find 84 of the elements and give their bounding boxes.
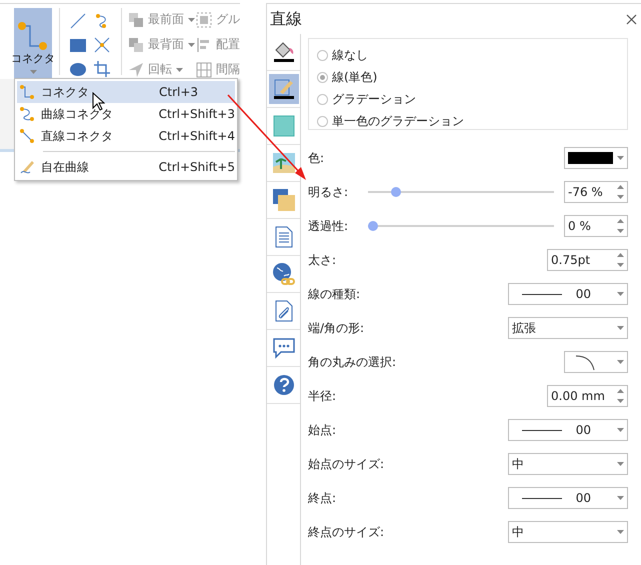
caret-icon xyxy=(617,326,624,330)
panel-tab[interactable] xyxy=(268,74,298,104)
radio-button[interactable] xyxy=(317,116,328,127)
radio-button[interactable] xyxy=(317,72,328,83)
property-label: 半径: xyxy=(308,388,338,404)
caret-icon xyxy=(617,530,624,534)
close-icon[interactable] xyxy=(626,14,637,24)
cross-tool-icon[interactable] xyxy=(94,37,110,53)
pencil-icon xyxy=(19,159,35,175)
connector-button[interactable]: コネクタ xyxy=(14,8,52,78)
rectangle-tool-icon[interactable] xyxy=(70,38,86,52)
radio-label: 線(単色) xyxy=(332,69,378,86)
globe-link-icon xyxy=(272,262,296,286)
panel-title: 直線 xyxy=(270,8,302,30)
group-icon xyxy=(196,12,212,28)
spin-field[interactable]: 0.75pt xyxy=(547,249,628,271)
radio-label: 単一色のグラデーション xyxy=(332,113,464,130)
distribute-icon xyxy=(196,62,212,78)
property-label: 終点: xyxy=(308,490,338,506)
line-tool-icon[interactable] xyxy=(70,13,86,29)
caret-icon xyxy=(30,70,36,74)
connector-icon xyxy=(19,84,35,100)
property-label: 線の種類: xyxy=(308,286,362,302)
connector-icon xyxy=(16,21,50,51)
send-back-icon xyxy=(128,36,144,52)
caret-icon xyxy=(176,68,184,72)
spin-arrows-icon[interactable] xyxy=(617,389,624,403)
caret-icon xyxy=(617,292,624,296)
slider-thumb[interactable] xyxy=(368,221,378,231)
chat-bubble-icon xyxy=(272,337,296,359)
caret-icon xyxy=(617,156,624,160)
caret-icon xyxy=(188,18,196,22)
caret-icon xyxy=(617,428,624,432)
menu-item[interactable]: 直線コネクタ Ctrl+Shift+4 xyxy=(17,125,235,147)
caret-icon xyxy=(617,360,624,364)
image-icon xyxy=(272,153,294,173)
property-label: 端/角の形: xyxy=(308,320,366,336)
line-style-dropdown[interactable]: 00 xyxy=(508,283,628,305)
caret-icon xyxy=(188,42,196,46)
property-label: 太さ: xyxy=(308,252,338,268)
radio-button[interactable] xyxy=(317,50,328,61)
property-label: 色: xyxy=(308,150,326,166)
align-icon xyxy=(196,36,212,52)
help-icon xyxy=(272,374,294,396)
fill-square-icon xyxy=(272,115,294,137)
layers-icon xyxy=(272,189,294,211)
property-label: 終点のサイズ: xyxy=(308,524,386,540)
corner-dropdown[interactable] xyxy=(564,351,628,373)
spin-arrows-icon[interactable] xyxy=(617,219,624,233)
mouse-cursor-icon xyxy=(92,92,105,111)
property-label: 始点のサイズ: xyxy=(308,456,386,472)
spin-field[interactable]: 0.00 mm xyxy=(547,385,628,407)
spin-field[interactable]: 0 % xyxy=(564,215,628,237)
caret-icon xyxy=(617,496,624,500)
spin-field[interactable]: -76 % xyxy=(564,181,628,203)
crop-tool-icon[interactable] xyxy=(94,61,110,77)
property-label: 角の丸みの選択: xyxy=(308,354,398,370)
dropdown[interactable]: 拡張 xyxy=(508,317,628,339)
curve-connector-icon xyxy=(19,106,35,122)
straight-connector-icon xyxy=(19,128,35,144)
caret-icon xyxy=(617,462,624,466)
document-list-icon xyxy=(274,226,292,248)
property-label: 始点: xyxy=(308,422,338,438)
pencil-line-icon xyxy=(272,77,296,101)
radio-button[interactable] xyxy=(317,94,328,105)
paint-bucket-icon xyxy=(272,40,296,64)
dropdown[interactable]: 中 xyxy=(508,521,628,543)
radio-label: グラデーション xyxy=(332,91,416,108)
bring-front-icon xyxy=(128,12,144,28)
ellipse-tool-icon[interactable] xyxy=(70,62,86,76)
property-label: 明るさ: xyxy=(308,184,350,200)
line-style-dropdown[interactable]: 00 xyxy=(508,487,628,509)
slider-thumb[interactable] xyxy=(390,187,401,197)
paperclip-document-icon xyxy=(274,300,292,322)
menu-item[interactable]: コネクタ Ctrl+3 xyxy=(17,81,235,103)
menu-item[interactable]: 自在曲線 Ctrl+Shift+5 xyxy=(17,156,235,178)
menu-item[interactable]: 曲線コネクタ Ctrl+Shift+3 xyxy=(17,103,235,125)
line-style-dropdown[interactable]: 00 xyxy=(508,419,628,441)
color-picker[interactable] xyxy=(564,147,628,169)
spin-arrows-icon[interactable] xyxy=(617,185,624,199)
spin-arrows-icon[interactable] xyxy=(617,253,624,267)
property-label: 透過性: xyxy=(308,218,350,234)
dropdown[interactable]: 中 xyxy=(508,453,628,475)
radio-label: 線なし xyxy=(332,47,368,64)
